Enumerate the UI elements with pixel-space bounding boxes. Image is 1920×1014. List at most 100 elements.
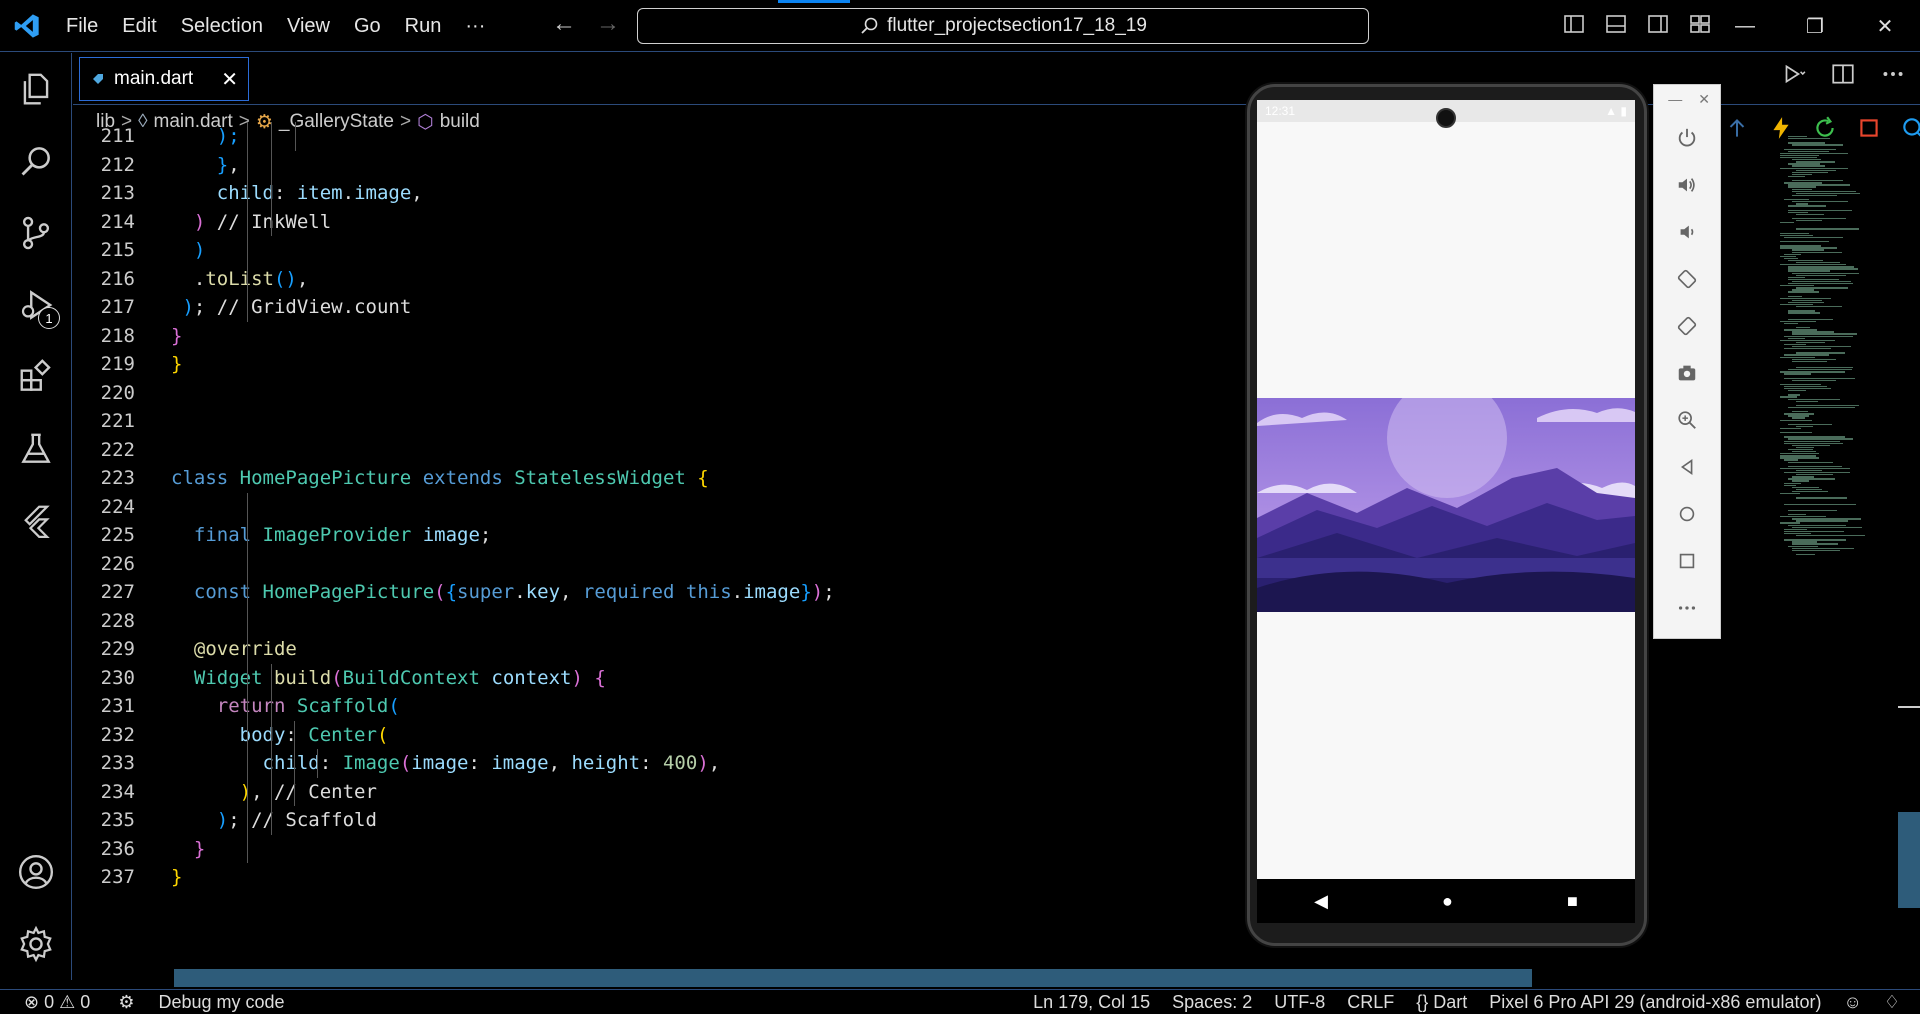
flutter-icon[interactable]: [0, 485, 72, 557]
testing-flask-icon[interactable]: [0, 413, 72, 485]
rotate-right-icon[interactable]: [1654, 302, 1720, 349]
minimize-window-icon[interactable]: —: [1710, 0, 1780, 52]
code-line[interactable]: 235 ); // Scaffold: [73, 806, 1253, 835]
menu-selection[interactable]: Selection: [169, 0, 275, 52]
code-line[interactable]: 221: [73, 407, 1253, 436]
indent-guide: [271, 122, 272, 236]
emulator-screen[interactable]: 12:31 ▲ ▮ ◀ ● ■: [1257, 100, 1635, 923]
horizontal-scrollbar[interactable]: [174, 969, 1532, 987]
file-encoding[interactable]: UTF-8: [1274, 992, 1325, 1013]
code-line[interactable]: 232 body: Center(: [73, 721, 1253, 750]
back-triangle-icon[interactable]: [1654, 443, 1720, 490]
source-control-icon[interactable]: [0, 197, 72, 269]
close-tab-icon[interactable]: ✕: [221, 67, 238, 92]
code-line[interactable]: 230 Widget build(BuildContext context) {: [73, 664, 1253, 693]
forward-arrow-icon[interactable]: →: [596, 10, 620, 38]
cursor-position[interactable]: Ln 179, Col 15: [1033, 992, 1150, 1013]
back-arrow-icon[interactable]: ←: [552, 10, 576, 38]
zoom-icon[interactable]: [1654, 396, 1720, 443]
hot-reload-lightning-icon[interactable]: [1768, 115, 1794, 141]
title-accent-bar: [778, 0, 850, 3]
tab-main-dart[interactable]: main.dart ✕: [79, 57, 249, 101]
code-line[interactable]: 211 );: [73, 122, 1253, 151]
settings-gear-icon[interactable]: [0, 908, 72, 980]
command-center-search[interactable]: flutter_projectsection17_18_19: [637, 8, 1369, 44]
vertical-scrollbar[interactable]: [1898, 812, 1920, 908]
code-line[interactable]: 231 return Scaffold(: [73, 692, 1253, 721]
search-sidebar-icon[interactable]: [0, 125, 72, 197]
notifications-bell-icon[interactable]: ♢: [1884, 992, 1900, 1013]
home-circle-icon[interactable]: [1654, 490, 1720, 537]
minimap-line: [1796, 220, 1822, 222]
toggle-primary-sidebar-icon[interactable]: [1562, 12, 1586, 36]
run-debug-dropdown-icon[interactable]: [1780, 61, 1806, 87]
line-ending[interactable]: CRLF: [1347, 992, 1394, 1013]
minimap-line: [1784, 348, 1832, 350]
overview-square-icon[interactable]: [1654, 537, 1720, 584]
code-line[interactable]: 212 },: [73, 151, 1253, 180]
code-line[interactable]: 224: [73, 493, 1253, 522]
code-text: );: [171, 125, 240, 147]
close-window-icon[interactable]: ✕: [1850, 0, 1920, 52]
more-actions-icon[interactable]: [1880, 61, 1906, 87]
customize-layout-icon[interactable]: [1688, 12, 1712, 36]
code-line[interactable]: 227 const HomePagePicture({super.key, re…: [73, 578, 1253, 607]
code-line[interactable]: 222: [73, 436, 1253, 465]
minimap[interactable]: [1780, 136, 1900, 968]
code-line[interactable]: 226: [73, 550, 1253, 579]
code-line[interactable]: 217 ); // GridView.count: [73, 293, 1253, 322]
menu-view[interactable]: View: [275, 0, 342, 52]
toggle-panel-icon[interactable]: [1604, 12, 1628, 36]
more-options-icon[interactable]: [1654, 584, 1720, 631]
nav-home-icon[interactable]: ●: [1442, 891, 1453, 912]
code-line[interactable]: 215 ): [73, 236, 1253, 265]
indentation[interactable]: Spaces: 2: [1172, 992, 1252, 1013]
feedback-icon[interactable]: ☺: [1843, 992, 1861, 1013]
split-editor-icon[interactable]: [1830, 61, 1856, 87]
menu-more[interactable]: ···: [453, 0, 497, 52]
nav-back-icon[interactable]: ◀: [1314, 891, 1328, 912]
emulator-close-icon[interactable]: ✕: [1698, 91, 1710, 108]
volume-up-icon[interactable]: [1654, 161, 1720, 208]
code-line[interactable]: 223 class HomePagePicture extends Statele…: [73, 464, 1253, 493]
run-and-debug-icon[interactable]: 1: [0, 269, 72, 341]
code-line[interactable]: 218}: [73, 322, 1253, 351]
code-line[interactable]: 216 .toList(),: [73, 265, 1253, 294]
volume-down-icon[interactable]: [1654, 208, 1720, 255]
problems-indicator[interactable]: ⊗ 0 ⚠ 0: [24, 992, 90, 1013]
extensions-icon[interactable]: [0, 341, 72, 413]
code-line[interactable]: 213 child: item.image,: [73, 179, 1253, 208]
code-line[interactable]: 220: [73, 379, 1253, 408]
power-icon[interactable]: [1654, 114, 1720, 161]
account-icon[interactable]: [0, 836, 72, 908]
rotate-left-icon[interactable]: [1654, 255, 1720, 302]
explorer-icon[interactable]: [0, 53, 72, 125]
emulator-minimize-icon[interactable]: —: [1668, 91, 1682, 108]
restore-window-icon[interactable]: ❐: [1780, 0, 1850, 52]
code-text: }: [193, 837, 206, 860]
toggle-secondary-sidebar-icon[interactable]: [1646, 12, 1670, 36]
menu-go[interactable]: Go: [342, 0, 393, 52]
device-selector[interactable]: Pixel 6 Pro API 29 (android-x86 emulator…: [1489, 992, 1821, 1013]
code-line[interactable]: 214 ) // InkWell: [73, 208, 1253, 237]
debug-config-label[interactable]: Debug my code: [158, 992, 284, 1013]
code-line[interactable]: 234 ), // Center: [73, 778, 1253, 807]
screenshot-camera-icon[interactable]: [1654, 349, 1720, 396]
code-line[interactable]: 236 }: [73, 835, 1253, 864]
code-line[interactable]: 228: [73, 607, 1253, 636]
widget-inspector-icon[interactable]: [1900, 115, 1920, 141]
menu-run[interactable]: Run: [393, 0, 454, 52]
language-mode[interactable]: {} Dart: [1416, 992, 1467, 1013]
code-text: Widget build(BuildContext context) {: [193, 666, 606, 689]
code-line[interactable]: 229 @override: [73, 635, 1253, 664]
code-line[interactable]: 225 final ImageProvider image;: [73, 521, 1253, 550]
stop-icon[interactable]: [1856, 115, 1882, 141]
code-line[interactable]: 219}: [73, 350, 1253, 379]
nav-recents-icon[interactable]: ■: [1567, 891, 1578, 912]
menu-edit[interactable]: Edit: [110, 0, 168, 52]
step-out-icon[interactable]: [1724, 115, 1750, 141]
menu-file[interactable]: File: [54, 0, 110, 52]
restart-icon[interactable]: [1812, 115, 1838, 141]
code-line[interactable]: 237}: [73, 863, 1253, 892]
code-line[interactable]: 233 child: Image(image: image, height: 4…: [73, 749, 1253, 778]
